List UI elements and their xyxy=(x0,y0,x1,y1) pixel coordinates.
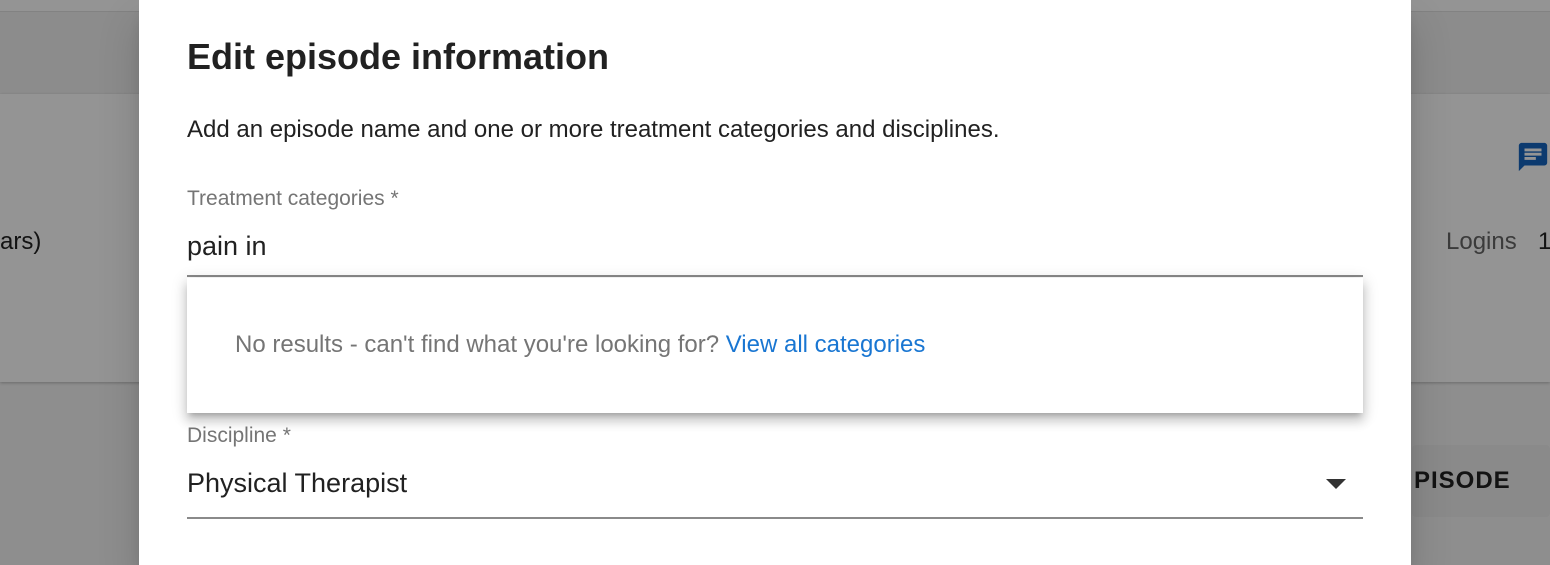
discipline-label: Discipline * xyxy=(187,424,291,447)
view-all-categories-link[interactable]: View all categories xyxy=(726,331,926,358)
edit-episode-dialog: Edit episode information Add an episode … xyxy=(139,0,1411,565)
dialog-description: Add an episode name and one or more trea… xyxy=(187,116,1000,143)
discipline-underline xyxy=(187,517,1363,519)
treatment-categories-dropdown: No results - can't find what you're look… xyxy=(187,278,1363,413)
dialog-title: Edit episode information xyxy=(187,36,610,77)
treatment-categories-underline xyxy=(187,275,1363,277)
no-results-text: No results - can't find what you're look… xyxy=(235,331,726,358)
discipline-select[interactable]: Physical Therapist xyxy=(187,468,407,499)
treatment-categories-label: Treatment categories * xyxy=(187,187,399,210)
no-results-message: No results - can't find what you're look… xyxy=(235,331,925,359)
treatment-categories-input[interactable] xyxy=(187,226,1363,266)
arrow-drop-down-icon[interactable] xyxy=(1326,479,1346,489)
